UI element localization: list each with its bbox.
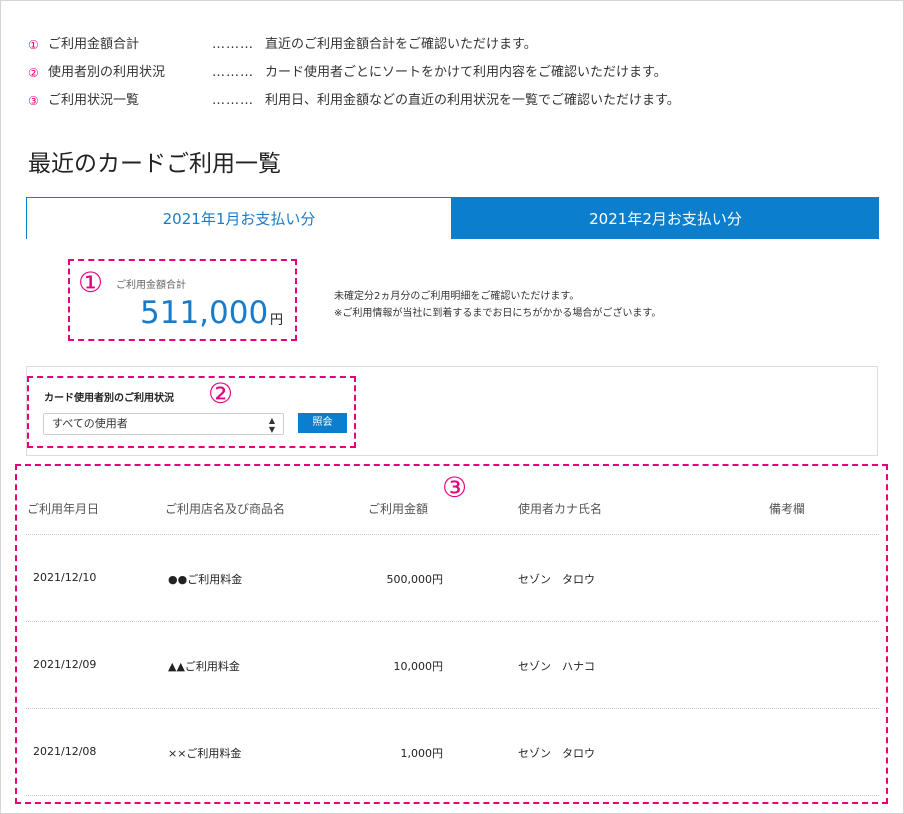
legend-number: ① [28, 38, 39, 52]
legend-title: 使用者別の利用状況 [48, 65, 166, 80]
legend-title: ご利用状況一覧 [48, 93, 140, 108]
column-header-store: ご利用店名及び商品名 [165, 502, 286, 516]
cell-date: 2021/12/10 [33, 571, 97, 584]
user-select-value: すべての使用者 [52, 417, 128, 430]
callout-number-3: ③ [442, 471, 468, 504]
legend-number: ② [28, 66, 39, 80]
filter-label: カード使用者別のご利用状況 [44, 393, 174, 404]
note-line: ※ご利用情報が当社に到着するまでお日にちがかかる場合がございます。 [334, 308, 662, 319]
row-divider [26, 534, 879, 535]
column-header-date: ご利用年月日 [27, 502, 100, 516]
cell-user: セゾン ハナコ [518, 660, 595, 673]
tab-january-payment[interactable]: 2021年1月お支払い分 [26, 197, 452, 239]
total-amount-value: 511,000 [140, 295, 269, 331]
query-button[interactable]: 照会 [298, 413, 347, 433]
total-amount-box: ① ご利用金額合計 511,000 円 [68, 259, 297, 341]
legend-number: ③ [28, 94, 39, 108]
total-amount-unit: 円 [270, 313, 284, 328]
row-divider [26, 708, 879, 709]
statement-note: 未確定分2ヵ月分のご利用明細をご確認いただけます。 ※ご利用情報が当社に到着する… [334, 288, 661, 322]
callout-number-1: ① [78, 266, 104, 299]
cell-store: ▲▲ご利用料金 [168, 660, 240, 673]
total-amount-label: ご利用金額合計 [116, 280, 186, 291]
legend-dots: ……… [212, 37, 254, 52]
tab-february-payment[interactable]: 2021年2月お支払い分 [452, 197, 879, 239]
legend-description: 利用日、利用金額などの直近の利用状況を一覧でご確認いただけます。 [265, 93, 680, 108]
column-header-user: 使用者カナ氏名 [518, 502, 603, 516]
legend-title: ご利用金額合計 [48, 37, 140, 52]
select-arrows-icon: ▲ ▼ [268, 416, 275, 434]
cell-amount: 500,000円 [386, 573, 444, 586]
legend-description: 直近のご利用金額合計をご確認いただけます。 [265, 37, 537, 52]
cell-store: ××ご利用料金 [168, 747, 242, 760]
cell-user: セゾン タロウ [518, 573, 595, 586]
cell-amount: 1,000円 [400, 747, 444, 760]
user-select[interactable]: すべての使用者 ▲ ▼ [43, 413, 284, 435]
legend-dots: ……… [212, 93, 254, 108]
row-divider [26, 795, 879, 796]
usage-list-highlight: ③ [15, 464, 888, 804]
cell-date: 2021/12/08 [33, 745, 97, 758]
legend-description: カード使用者ごとにソートをかけて利用内容をご確認いただけます。 [265, 65, 667, 80]
row-divider [26, 621, 879, 622]
cell-user: セゾン タロウ [518, 747, 595, 760]
legend-dots: ……… [212, 65, 254, 80]
filter-highlight: ② [27, 376, 356, 448]
cell-date: 2021/12/09 [33, 658, 97, 671]
note-line: 未確定分2ヵ月分のご利用明細をご確認いただけます。 [334, 291, 580, 302]
page-title: 最近のカードご利用一覧 [28, 151, 281, 177]
column-header-amount: ご利用金額 [368, 502, 429, 516]
cell-amount: 10,000円 [393, 660, 444, 673]
cell-store: ●●ご利用料金 [168, 573, 243, 586]
column-header-remarks: 備考欄 [769, 502, 806, 516]
callout-number-2: ② [208, 377, 234, 410]
